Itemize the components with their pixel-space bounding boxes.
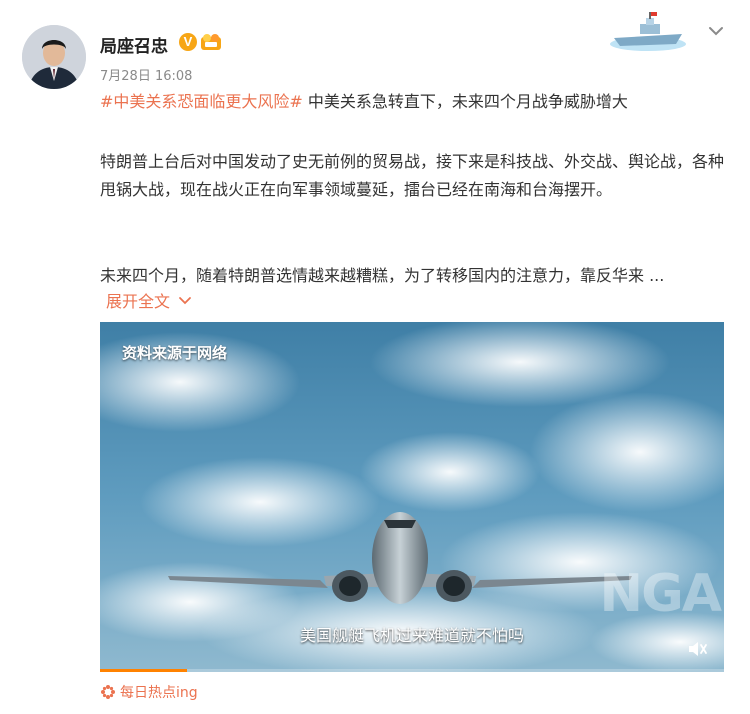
post-headline: 中美关系急转直下，未来四个月战争威胁增大 bbox=[307, 92, 628, 111]
video-watermark: NGA bbox=[599, 564, 722, 624]
post-paragraph: 未来四个月，随着特朗普选情越来越糟糕，为了转移国内的注意力，靠反华来 ... bbox=[100, 266, 665, 285]
hot-topic-label: 每日热点ing bbox=[120, 685, 198, 701]
card-decoration-ship-icon bbox=[606, 8, 690, 52]
expand-label: 展开全文 bbox=[106, 292, 171, 311]
collapse-menu-button[interactable] bbox=[705, 20, 727, 42]
video-progress-fill bbox=[100, 669, 188, 672]
video-subtitle: 美国舰艇飞机过来难道就不怕吗 bbox=[299, 626, 524, 645]
mute-icon bbox=[689, 642, 707, 656]
video-progress-bar[interactable] bbox=[100, 669, 724, 672]
hot-topic-link[interactable]: 每日热点ing bbox=[100, 682, 198, 702]
post-paragraph: 特朗普上台后对中国发动了史无前例的贸易战，接下来是科技战、外交战、舆论战，各种甩… bbox=[100, 152, 725, 199]
verified-badge-icon: V bbox=[179, 33, 197, 51]
post-timestamp[interactable]: 7月28日 16:08 bbox=[100, 65, 192, 84]
chevron-down-icon bbox=[178, 288, 192, 316]
expand-full-text-link[interactable]: 展开全文 bbox=[106, 288, 192, 316]
chevron-down-icon bbox=[709, 27, 723, 36]
video-source-label: 资料来源于网络 bbox=[122, 344, 228, 362]
mute-button[interactable] bbox=[686, 638, 708, 660]
flower-icon bbox=[100, 684, 116, 700]
author-avatar[interactable] bbox=[22, 25, 86, 89]
video-player[interactable]: 资料来源于网络 NGA 美国舰艇飞机过来难道就不怕吗 bbox=[100, 322, 724, 672]
topic-tag-link[interactable]: #中美关系恐面临更大风险# bbox=[100, 92, 303, 111]
level-badge-icon bbox=[200, 32, 222, 52]
author-name[interactable]: 局座召忠 bbox=[100, 32, 168, 57]
post-headline-line: #中美关系恐面临更大风险# 中美关系急转直下，未来四个月战争威胁增大 bbox=[100, 88, 728, 116]
